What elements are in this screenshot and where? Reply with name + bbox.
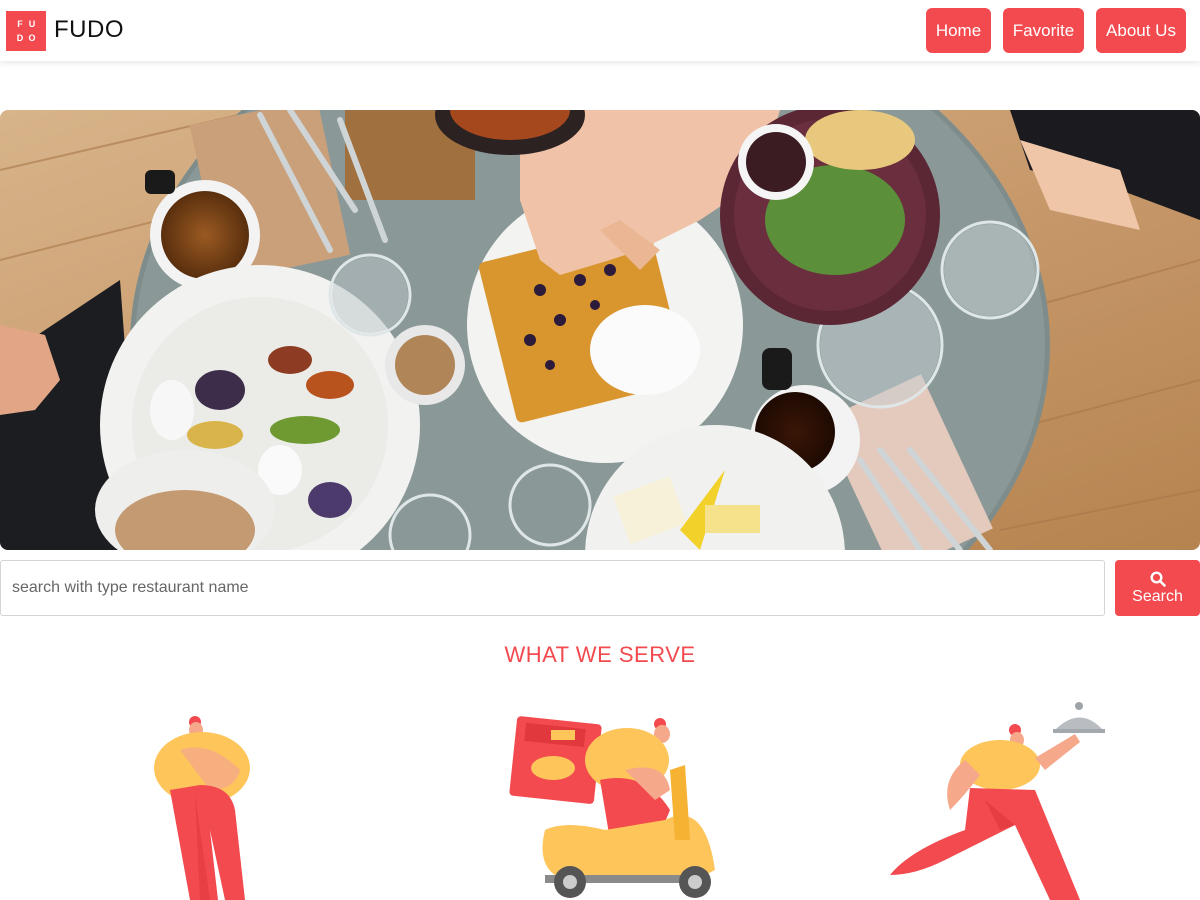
nav-favorite-button[interactable]: Favorite	[1003, 8, 1084, 53]
logo-letter-f: F	[17, 19, 23, 29]
logo-letter-u: U	[28, 19, 36, 29]
logo-letter-o: O	[28, 33, 36, 43]
search-button-label: Search	[1132, 587, 1183, 605]
nav-home-button[interactable]: Home	[926, 8, 991, 53]
search-button[interactable]: Search	[1115, 560, 1200, 616]
brand-name[interactable]: FUDO	[54, 16, 124, 44]
cook-illustration	[154, 716, 250, 900]
fudo-logo[interactable]: F U D O	[6, 11, 46, 51]
nav-about-button[interactable]: About Us	[1096, 8, 1186, 53]
top-navbar: F U D O FUDO Home Favorite About Us	[0, 0, 1200, 61]
waiter-running-illustration	[890, 702, 1105, 900]
section-title-what-we-serve: WHAT WE SERVE	[504, 642, 696, 667]
logo-letter-d: D	[16, 33, 24, 43]
delivery-scooter-illustration	[509, 716, 715, 898]
search-input[interactable]	[0, 560, 1105, 616]
hero-image	[0, 110, 1200, 550]
search-icon	[1149, 570, 1166, 587]
